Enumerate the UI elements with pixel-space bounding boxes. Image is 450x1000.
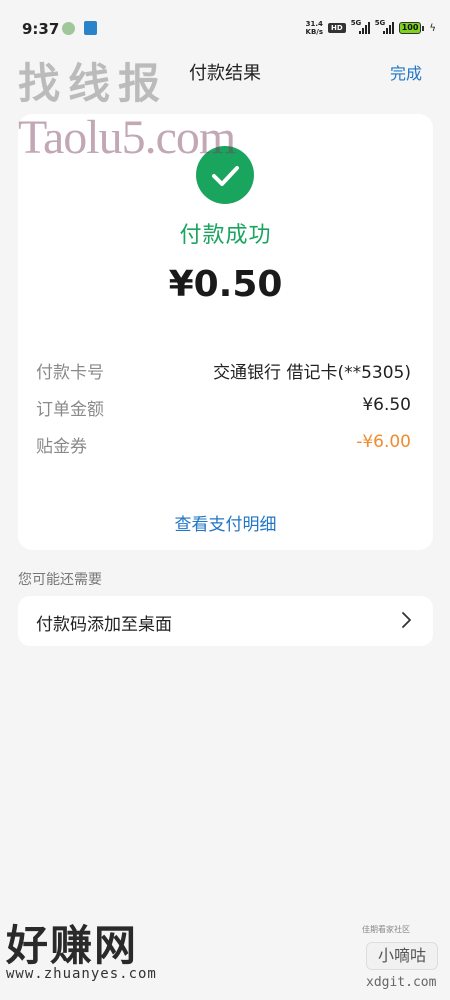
network-speed-value: 31.4 (305, 20, 323, 28)
row-label: 订单金额 (36, 400, 104, 420)
row-value: ¥6.50 (362, 395, 411, 415)
row-label: 贴金券 (36, 437, 87, 457)
list-item-label: 付款码添加至桌面 (36, 615, 172, 635)
sim1-label: 5G (350, 19, 362, 27)
watermark-bottom-cn: 好赚网 (6, 921, 139, 970)
signal-icon: 5G (350, 19, 370, 34)
nav-bar: 付款结果 完成 (0, 56, 450, 86)
payment-amount: ¥0.50 (168, 264, 283, 305)
app-notification-icon (84, 21, 97, 35)
row-value: 交通银行 借记卡(**5305) (213, 363, 411, 383)
charging-icon: ϟ (429, 22, 436, 34)
status-indicators: 31.4 KB/s HD 5G 5G 100 ϟ (306, 19, 436, 36)
view-payment-details-link[interactable]: 查看支付明细 (18, 510, 433, 535)
done-button[interactable]: 完成 (390, 60, 422, 84)
row-value: -¥6.00 (356, 432, 411, 452)
payment-result-card: 付款成功 ¥0.50 付款卡号 交通银行 借记卡(**5305) 订单金额 ¥6… (18, 114, 433, 550)
suggestions-heading: 您可能还需要 (18, 572, 102, 588)
wechat-icon (62, 22, 75, 35)
payment-status: 付款成功 (179, 223, 272, 248)
battery-icon: 100 (398, 22, 425, 34)
network-speed: 31.4 KB/s (306, 20, 323, 36)
row-coupon: 贴金券 -¥6.00 (36, 432, 411, 458)
network-speed-unit: KB/s (305, 28, 324, 36)
hd-badge: HD (328, 23, 346, 33)
status-bar: 9:37 31.4 KB/s HD 5G 5G 100 ϟ (0, 0, 450, 56)
page-title: 付款结果 (189, 63, 261, 84)
watermark-corner-url: xdgit.com (366, 975, 437, 990)
row-order-amount: 订单金额 ¥6.50 (36, 395, 411, 421)
row-label: 付款卡号 (36, 363, 104, 383)
status-time: 9:37 (22, 20, 60, 38)
watermark-top-en: Taolu5.com (18, 111, 236, 164)
sim2-label: 5G (374, 19, 386, 27)
signal-icon-2: 5G (374, 19, 394, 34)
row-card-number: 付款卡号 交通银行 借记卡(**5305) (36, 358, 411, 384)
add-paycode-to-desktop-item[interactable]: 付款码添加至桌面 (18, 596, 433, 646)
chevron-right-icon (402, 612, 411, 628)
battery-level: 100 (398, 22, 422, 34)
watermark-bottom-url: www.zhuanyes.com (6, 966, 157, 982)
watermark-corner-small: 佳期看家社区 (362, 925, 410, 934)
watermark-corner-logo: 小嘀咕 (366, 942, 438, 970)
